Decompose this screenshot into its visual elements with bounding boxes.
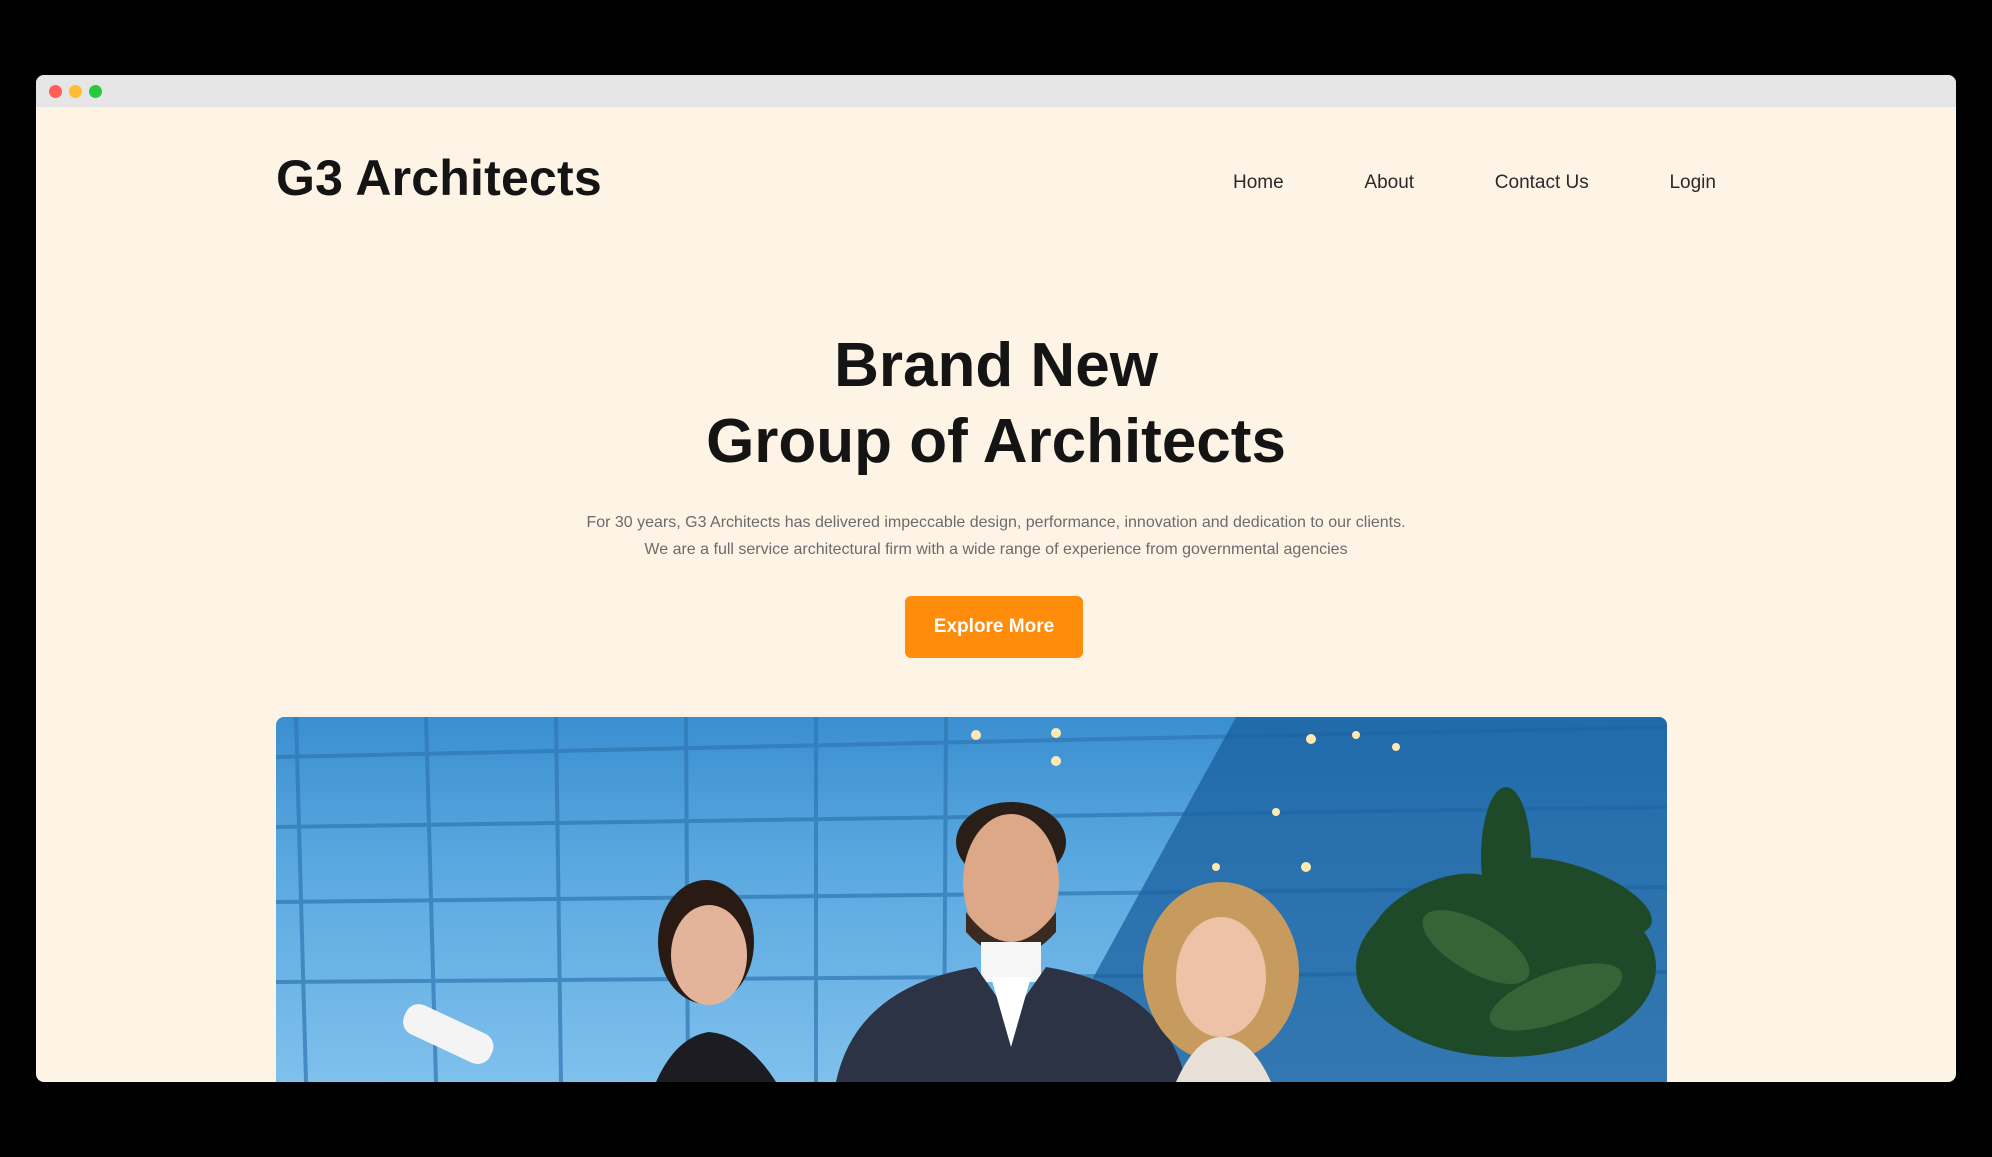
- hero-title-line-2: Group of Architects: [706, 407, 1286, 476]
- nav-home[interactable]: Home: [1233, 172, 1284, 194]
- hero-title: Brand New Group of Architects: [36, 328, 1956, 480]
- hero-subtitle: For 30 years, G3 Architects has delivere…: [36, 509, 1956, 563]
- team-photo-illustration: [276, 717, 1667, 1082]
- browser-window: G3 Architects Home About Contact Us Logi…: [36, 75, 1956, 1082]
- hero-subtitle-line-1: For 30 years, G3 Architects has delivere…: [586, 514, 1406, 531]
- minimize-window-button[interactable]: [69, 85, 82, 98]
- site-logo[interactable]: G3 Architects: [276, 153, 602, 203]
- nav-login[interactable]: Login: [1669, 172, 1716, 194]
- window-titlebar: [36, 75, 1956, 107]
- nav-contact-us[interactable]: Contact Us: [1495, 172, 1589, 194]
- page-content: G3 Architects Home About Contact Us Logi…: [36, 107, 1956, 1082]
- hero-subtitle-line-2: We are a full service architectural firm…: [644, 541, 1348, 558]
- team-photo: [276, 717, 1667, 1082]
- hero-title-line-1: Brand New: [834, 331, 1158, 400]
- nav-about[interactable]: About: [1364, 172, 1414, 194]
- explore-more-button[interactable]: Explore More: [905, 596, 1083, 658]
- main-nav: Home About Contact Us Login: [1233, 172, 1716, 194]
- close-window-button[interactable]: [49, 85, 62, 98]
- maximize-window-button[interactable]: [89, 85, 102, 98]
